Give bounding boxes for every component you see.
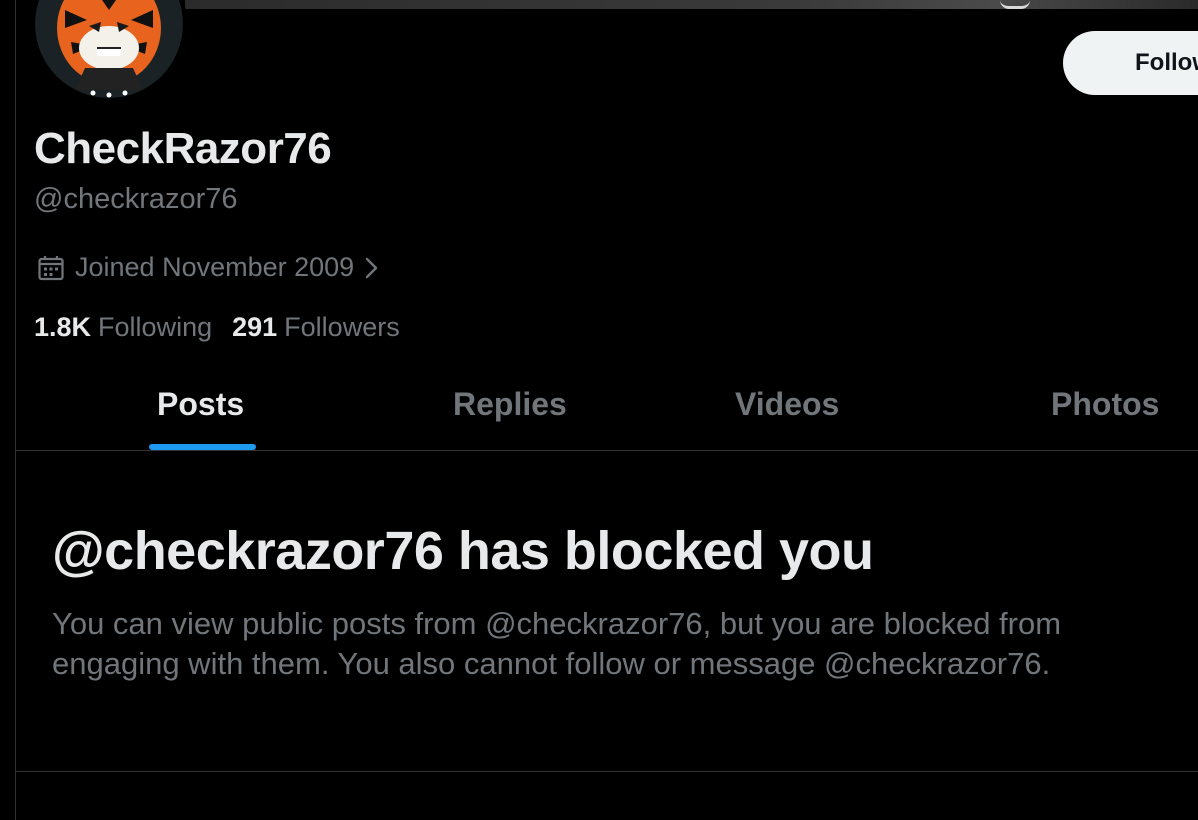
followers-count: 291	[232, 312, 278, 342]
joined-date[interactable]: Joined November 2009	[37, 252, 380, 283]
tab-videos[interactable]: Videos	[735, 386, 839, 423]
tab-posts[interactable]: Posts	[157, 386, 244, 423]
tiger-avatar-image	[35, 0, 183, 98]
following-label: Following	[98, 312, 213, 342]
blocked-notice-body: You can view public posts from @checkraz…	[52, 606, 1062, 681]
chevron-right-icon	[364, 255, 380, 281]
username-handle: @checkrazor76	[34, 183, 238, 215]
tabs-divider	[16, 450, 1198, 451]
blocked-notice-title: @checkrazor76 has blocked you	[52, 521, 874, 581]
avatar[interactable]	[31, 0, 187, 102]
tab-photos[interactable]: Photos	[1051, 386, 1159, 423]
banner-detail	[1000, 0, 1030, 9]
calendar-icon	[37, 254, 65, 282]
following-link[interactable]: 1.8K Following	[34, 312, 212, 343]
section-divider	[16, 771, 1198, 772]
tab-replies[interactable]: Replies	[453, 386, 567, 423]
following-count: 1.8K	[34, 312, 92, 342]
follow-button[interactable]: Follow	[1063, 31, 1198, 95]
display-name: CheckRazor76	[34, 124, 332, 173]
follow-stats: 1.8K Following 291 Followers	[34, 312, 400, 343]
followers-link[interactable]: 291 Followers	[232, 312, 400, 343]
joined-date-label: Joined November 2009	[75, 252, 355, 282]
followers-label: Followers	[284, 312, 400, 342]
profile-tabs: Posts Replies Videos Photos	[16, 360, 1198, 450]
profile-banner[interactable]	[185, 0, 1198, 9]
